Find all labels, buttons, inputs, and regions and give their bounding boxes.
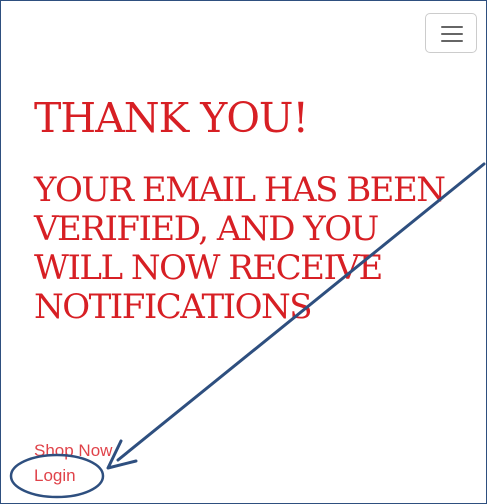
menu-icon-bar xyxy=(441,33,463,35)
menu-icon-bar xyxy=(441,40,463,42)
verification-message: YOUR EMAIL HAS BEEN VERIFIED, AND YOU WI… xyxy=(34,170,446,327)
page-frame: THANK YOU! YOUR EMAIL HAS BEEN VERIFIED,… xyxy=(0,0,487,504)
login-link[interactable]: Login xyxy=(34,466,76,486)
menu-icon-bar xyxy=(441,26,463,28)
page-title: THANK YOU! xyxy=(34,94,309,142)
menu-toggle-button[interactable] xyxy=(425,13,477,53)
shop-now-link[interactable]: Shop Now xyxy=(34,441,112,461)
